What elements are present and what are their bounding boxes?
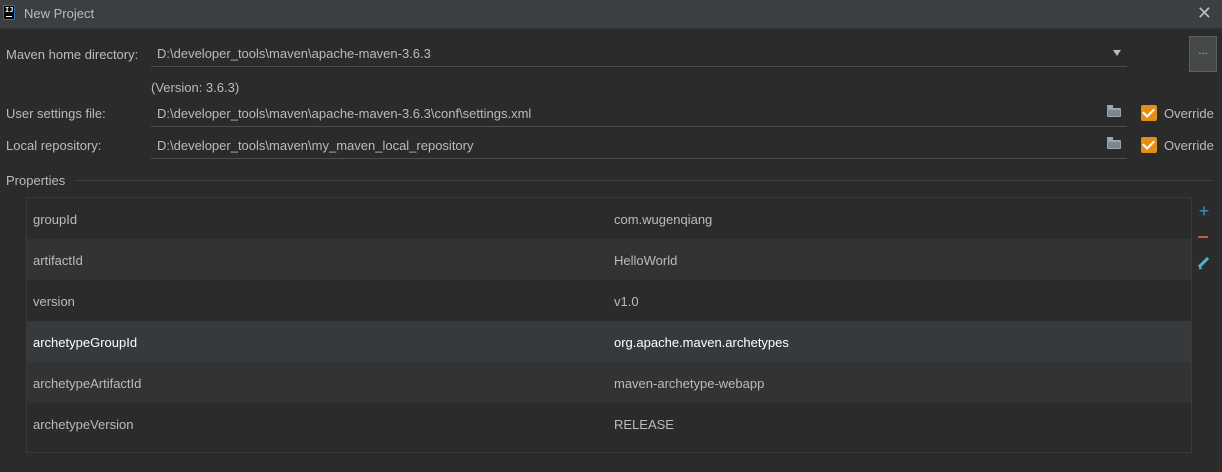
user-settings-field[interactable]: D:\developer_tools\maven\apache-maven-3.… bbox=[151, 100, 1127, 127]
properties-title: Properties bbox=[6, 173, 66, 188]
properties-table: groupId com.wugenqiang artifactId HelloW… bbox=[26, 197, 1192, 453]
edit-icon[interactable] bbox=[1196, 256, 1212, 272]
title-bar: IJ New Project ✕ bbox=[0, 0, 1222, 29]
table-row[interactable]: archetypeVersion RELEASE bbox=[27, 403, 1191, 444]
divider bbox=[74, 180, 1214, 181]
property-value[interactable]: maven-archetype-webapp bbox=[614, 376, 764, 391]
table-row[interactable]: version v1.0 bbox=[27, 280, 1191, 321]
local-repo-override-checkbox[interactable] bbox=[1141, 137, 1157, 153]
local-repo-field[interactable]: D:\developer_tools\maven\my_maven_local_… bbox=[151, 132, 1127, 159]
property-value[interactable]: org.apache.maven.archetypes bbox=[614, 335, 789, 350]
table-row-selected[interactable]: archetypeGroupId org.apache.maven.archet… bbox=[27, 321, 1191, 362]
maven-home-label: Maven home directory: bbox=[6, 47, 139, 62]
window-title: New Project bbox=[24, 6, 95, 21]
property-key: archetypeArtifactId bbox=[33, 376, 142, 391]
remove-icon[interactable] bbox=[1196, 228, 1212, 244]
chevron-down-icon[interactable] bbox=[1113, 50, 1121, 56]
property-key: groupId bbox=[33, 212, 78, 227]
maven-home-value: D:\developer_tools\maven\apache-maven-3.… bbox=[157, 46, 431, 61]
close-icon[interactable]: ✕ bbox=[1197, 3, 1212, 24]
local-repo-label: Local repository: bbox=[6, 138, 102, 153]
table-row[interactable]: artifactId HelloWorld bbox=[27, 239, 1191, 280]
user-settings-label: User settings file: bbox=[6, 106, 106, 121]
property-value[interactable]: RELEASE bbox=[614, 417, 674, 432]
add-icon[interactable]: + bbox=[1196, 202, 1212, 220]
table-row[interactable]: groupId com.wugenqiang bbox=[27, 198, 1191, 239]
property-value[interactable]: v1.0 bbox=[614, 294, 639, 309]
property-key: archetypeGroupId bbox=[33, 335, 138, 350]
folder-icon[interactable] bbox=[1107, 105, 1121, 117]
user-settings-override-label[interactable]: Override bbox=[1164, 106, 1214, 121]
user-settings-override-checkbox[interactable] bbox=[1141, 105, 1157, 121]
property-key: version bbox=[33, 294, 75, 309]
property-key: archetypeVersion bbox=[33, 417, 134, 432]
intellij-logo-icon: IJ bbox=[3, 5, 15, 20]
local-repo-value: D:\developer_tools\maven\my_maven_local_… bbox=[157, 138, 474, 153]
folder-icon[interactable] bbox=[1107, 137, 1121, 149]
user-settings-value: D:\developer_tools\maven\apache-maven-3.… bbox=[157, 106, 532, 121]
maven-home-select[interactable]: D:\developer_tools\maven\apache-maven-3.… bbox=[151, 40, 1127, 67]
maven-home-browse-button[interactable]: ... bbox=[1189, 36, 1217, 72]
property-value[interactable]: HelloWorld bbox=[614, 253, 677, 268]
maven-version-text: (Version: 3.6.3) bbox=[151, 80, 240, 95]
local-repo-override-label[interactable]: Override bbox=[1164, 138, 1214, 153]
property-value[interactable]: com.wugenqiang bbox=[614, 212, 712, 227]
property-key: artifactId bbox=[33, 253, 83, 268]
table-row[interactable]: archetypeArtifactId maven-archetype-weba… bbox=[27, 362, 1191, 403]
